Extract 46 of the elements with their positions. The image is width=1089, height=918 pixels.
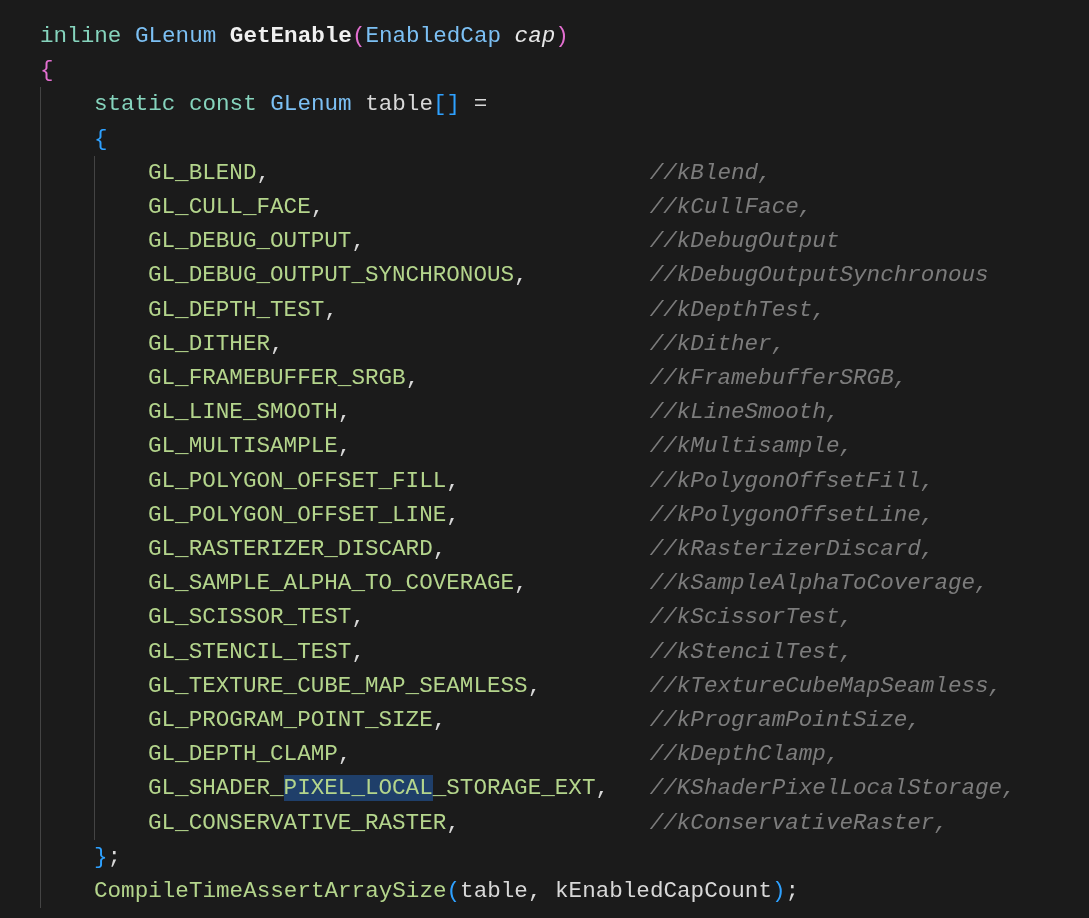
- code-line: GL_STENCIL_TEST,: [148, 637, 366, 667]
- code-line: GL_DEPTH_CLAMP,: [148, 740, 353, 770]
- code-comment: //kLineSmooth,: [649, 398, 840, 428]
- code-line: GL_PROGRAM_POINT_SIZE,: [148, 706, 448, 736]
- code-line: {: [40, 56, 54, 86]
- code-comment: //kProgramPointSize,: [649, 706, 921, 736]
- code-line: GL_RASTERIZER_DISCARD,: [148, 535, 448, 565]
- code-comment: //kBlend,: [649, 158, 772, 188]
- code-line: GL_LINE_SMOOTH,: [148, 398, 353, 428]
- code-line: };: [94, 842, 122, 872]
- code-line: GL_DEBUG_OUTPUT_SYNCHRONOUS,: [148, 261, 529, 291]
- code-line: GL_DEBUG_OUTPUT,: [148, 227, 366, 257]
- code-line: GL_SHADER_PIXEL_LOCAL_STORAGE_EXT,: [148, 774, 610, 804]
- code-comment: //kCullFace,: [649, 193, 813, 222]
- code-comment: //kSampleAlphaToCoverage,: [649, 569, 989, 599]
- code-line: GL_DITHER,: [148, 329, 285, 359]
- code-comment: //kScissorTest,: [649, 603, 854, 633]
- code-comment: //kDebugOutput: [649, 227, 840, 257]
- code-line: GL_BLEND,: [148, 158, 272, 188]
- code-line: GL_SCISSOR_TEST,: [148, 603, 366, 633]
- code-line: static const GLenum table[] =: [94, 90, 488, 120]
- code-comment: //kDepthClamp,: [649, 740, 840, 770]
- code-line: inline GLenum GetEnable(EnabledCap cap): [40, 22, 569, 51]
- code-line: GL_MULTISAMPLE,: [148, 432, 353, 462]
- code-comment: //kPolygonOffsetFill,: [649, 466, 935, 496]
- code-line: CompileTimeAssertArraySize(table, kEnabledCapCount);: [94, 877, 800, 907]
- code-line: GL_CONSERVATIVE_RASTER,: [148, 808, 461, 838]
- code-comment: //kDither,: [649, 329, 786, 359]
- code-comment: //kDebugOutputSynchronous: [649, 261, 989, 291]
- code-line: GL_DEPTH_TEST,: [148, 295, 339, 325]
- code-line: {: [94, 124, 108, 154]
- code-comment: //kRasterizerDiscard,: [649, 535, 935, 565]
- code-comment: //kTextureCubeMapSeamless,: [649, 671, 1003, 701]
- code-comment: //kMultisample,: [649, 432, 854, 462]
- code-comment: //kFramebufferSRGB,: [649, 364, 908, 394]
- code-line: GL_FRAMEBUFFER_SRGB,: [148, 364, 421, 394]
- code-line: GL_CULL_FACE,: [148, 193, 326, 222]
- code-comment: //kStencilTest,: [649, 637, 854, 667]
- code-comment: //kPolygonOffsetLine,: [649, 500, 935, 530]
- code-line: GL_POLYGON_OFFSET_FILL,: [148, 466, 461, 496]
- code-comment: //KShaderPixelLocalStorage,: [649, 774, 1016, 804]
- code-comment: //kConservativeRaster,: [649, 808, 948, 838]
- code-line: GL_SAMPLE_ALPHA_TO_COVERAGE,: [148, 569, 529, 599]
- code-line: GL_POLYGON_OFFSET_LINE,: [148, 500, 461, 530]
- code-comment: //kDepthTest,: [649, 295, 826, 325]
- code-line: GL_TEXTURE_CUBE_MAP_SEAMLESS,: [148, 671, 543, 701]
